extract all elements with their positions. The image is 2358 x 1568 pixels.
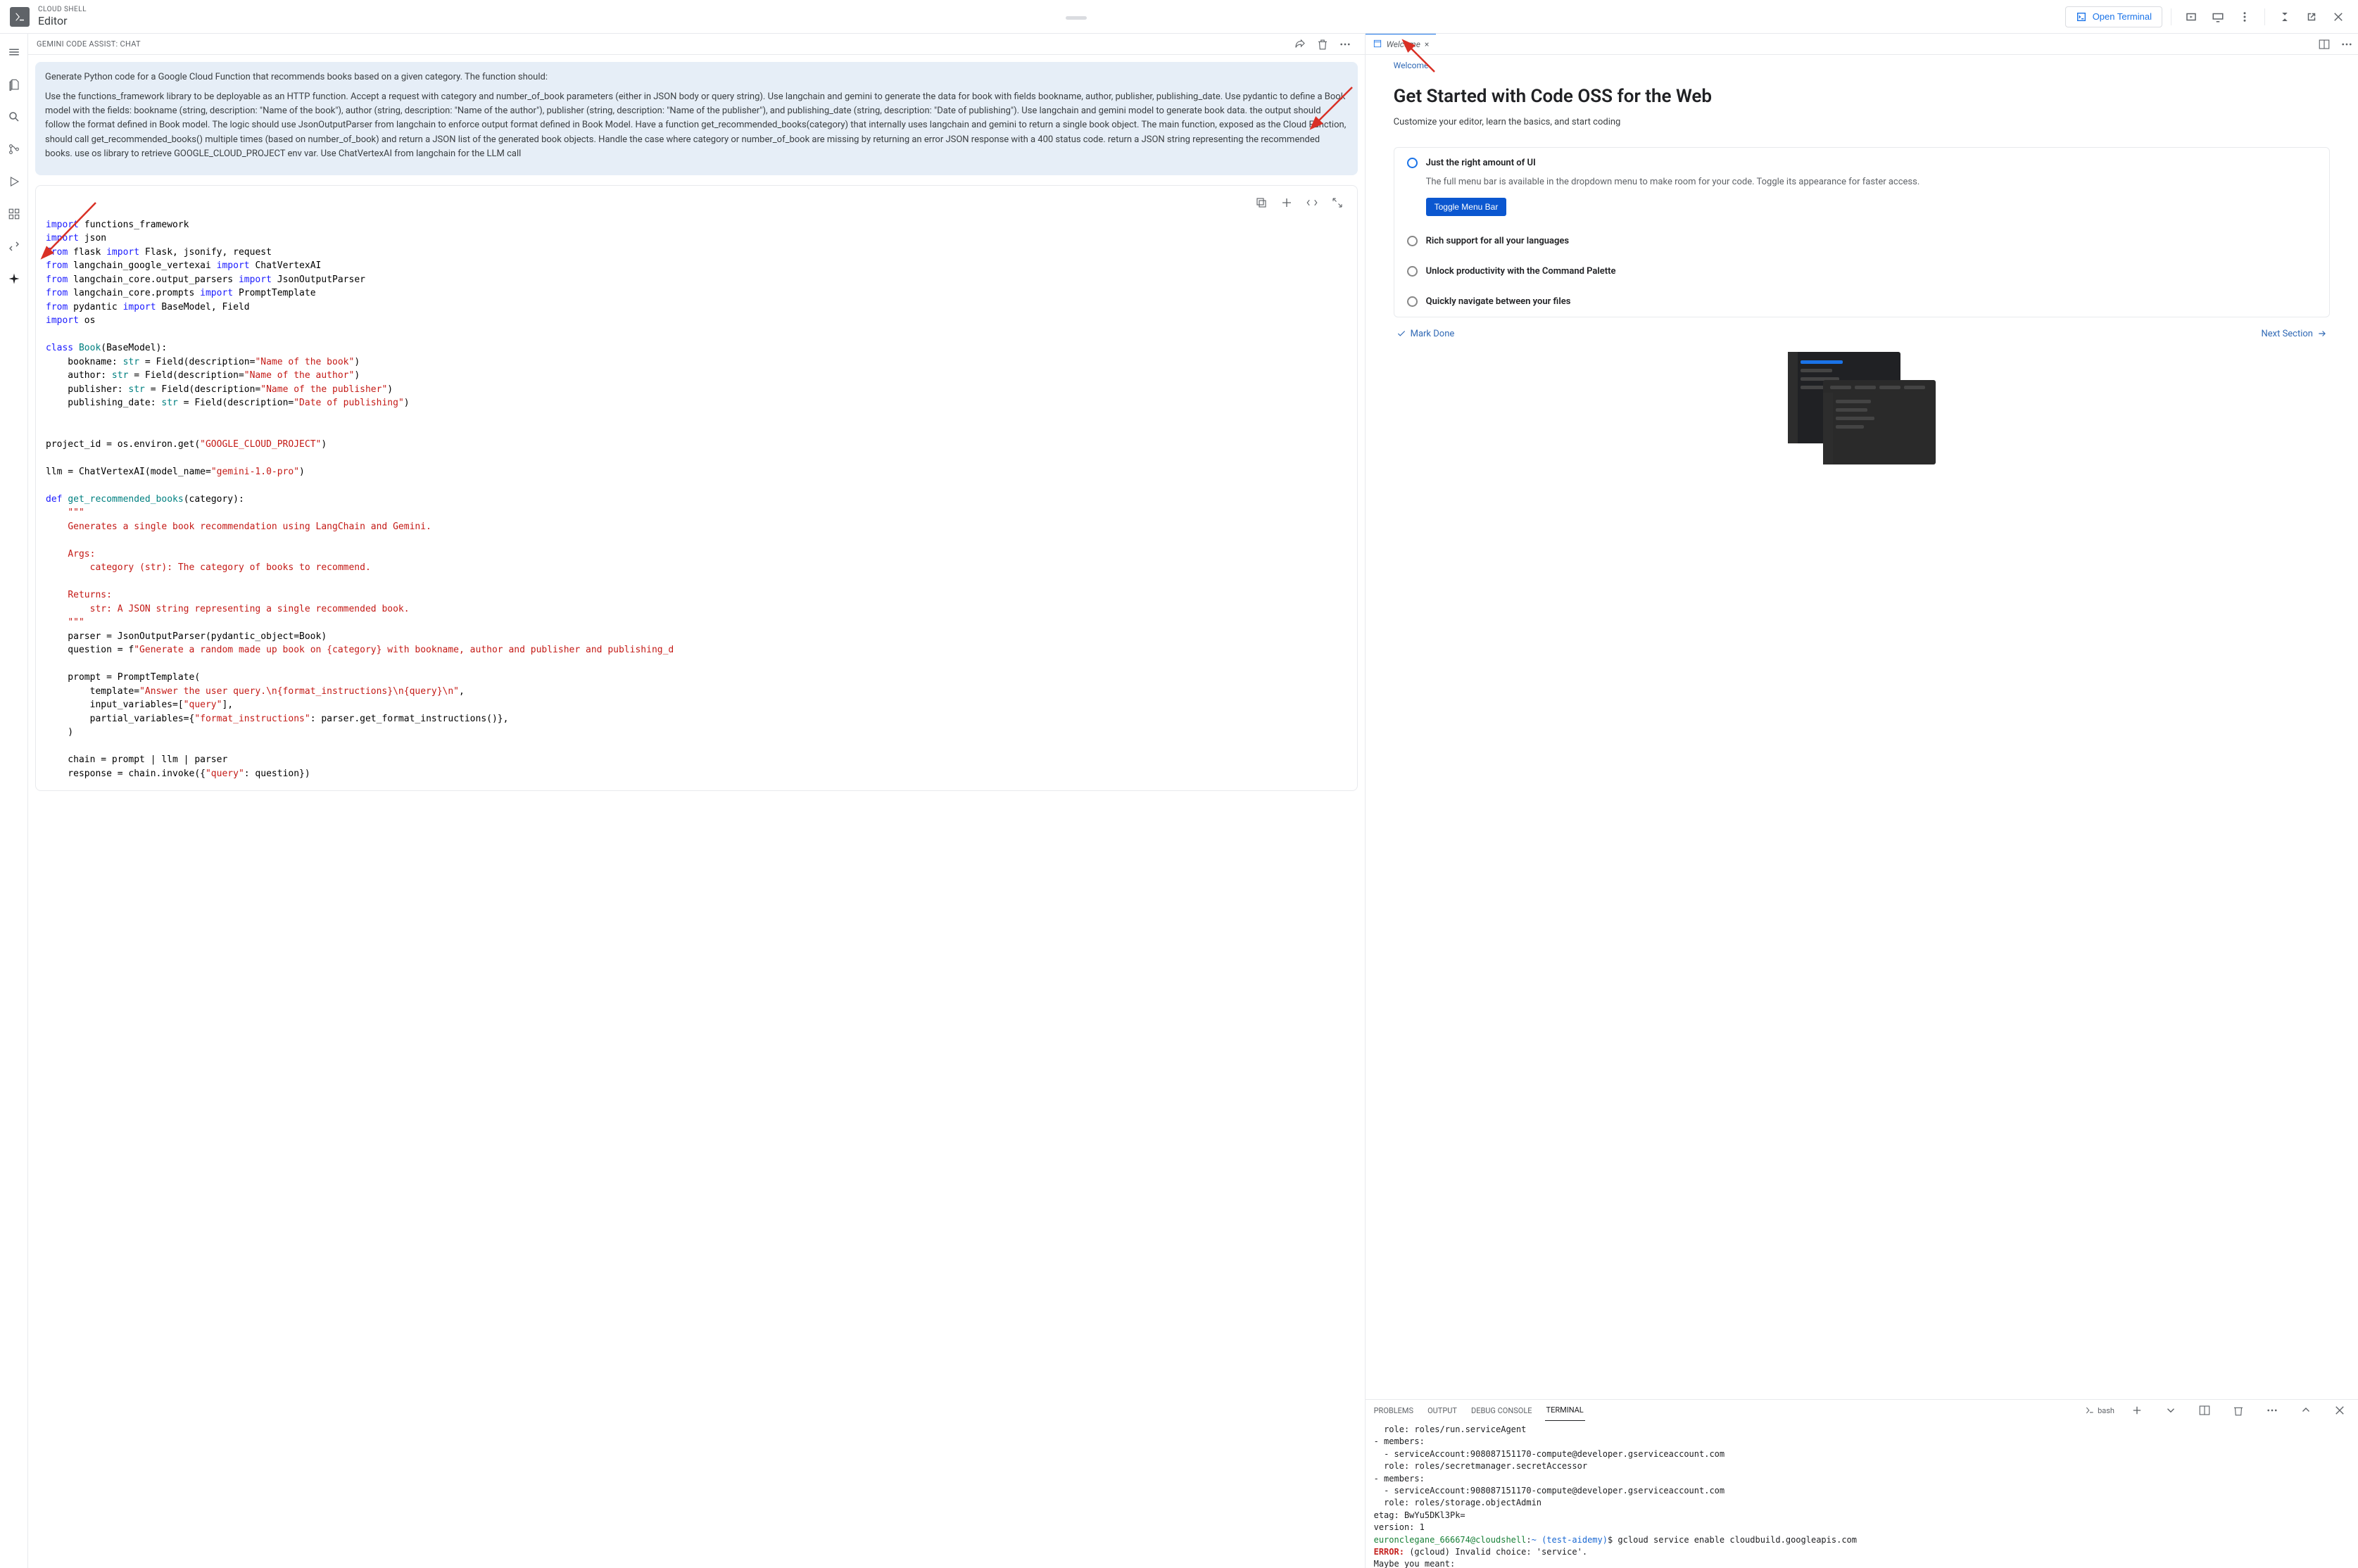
walkthrough-title: Just the right amount of UI bbox=[1426, 158, 1536, 168]
code-block[interactable]: import functions_framework import json f… bbox=[36, 215, 1357, 791]
terminal-shell-icon[interactable]: bash bbox=[2085, 1399, 2114, 1422]
walkthrough-illustration bbox=[1788, 352, 1936, 464]
welcome-tab[interactable]: Welcome × bbox=[1366, 34, 1437, 54]
collapse-icon[interactable] bbox=[2274, 6, 2296, 28]
welcome-subtitle: Customize your editor, learn the basics,… bbox=[1394, 117, 2330, 127]
share-icon[interactable] bbox=[1289, 33, 1311, 56]
topbar: CLOUD SHELL Editor Open Terminal bbox=[0, 0, 2358, 34]
open-terminal-button[interactable]: Open Terminal bbox=[2065, 6, 2162, 27]
preview-icon[interactable] bbox=[2180, 6, 2202, 28]
split-editor-icon[interactable] bbox=[2313, 33, 2335, 56]
explorer-icon[interactable] bbox=[3, 73, 25, 96]
close-icon[interactable] bbox=[2327, 6, 2350, 28]
mark-done-link[interactable]: Mark Done bbox=[1396, 329, 1455, 339]
menu-icon[interactable] bbox=[3, 41, 25, 63]
radio-icon bbox=[1407, 158, 1418, 168]
panel-more-icon[interactable] bbox=[2261, 1399, 2283, 1422]
radio-icon bbox=[1407, 296, 1418, 307]
terminal-output[interactable]: role: roles/run.serviceAgent - members: … bbox=[1366, 1421, 2358, 1568]
debug-icon[interactable] bbox=[3, 170, 25, 193]
activity-bar bbox=[0, 34, 28, 1568]
welcome-breadcrumb[interactable]: Welcome bbox=[1394, 61, 1429, 70]
diff-icon[interactable] bbox=[1302, 193, 1322, 213]
code-response-card: import functions_framework import json f… bbox=[35, 185, 1358, 792]
panel-tab-debug-console[interactable]: DEBUG CONSOLE bbox=[1470, 1400, 1534, 1421]
open-terminal-label: Open Terminal bbox=[2093, 11, 2152, 22]
welcome-tab-icon bbox=[1373, 39, 1382, 51]
device-icon[interactable] bbox=[2207, 6, 2229, 28]
tab-more-icon[interactable] bbox=[2335, 33, 2358, 56]
walkthrough-card: Just the right amount of UI The full men… bbox=[1394, 147, 2330, 317]
tab-close-icon[interactable]: × bbox=[1425, 39, 1429, 49]
walkthrough-item[interactable]: Rich support for all your languages bbox=[1394, 226, 2329, 256]
walkthrough-title: Unlock productivity with the Command Pal… bbox=[1426, 266, 1616, 277]
gemini-assist-icon[interactable] bbox=[3, 267, 25, 290]
panel-tab-output[interactable]: OUTPUT bbox=[1426, 1400, 1458, 1421]
next-section-link[interactable]: Next Section bbox=[2261, 329, 2327, 339]
expand-icon[interactable] bbox=[1328, 193, 1347, 213]
editor-tabbar: Welcome × bbox=[1366, 34, 2358, 55]
welcome-heading: Get Started with Code OSS for the Web bbox=[1394, 86, 2330, 107]
panel-tab-problems[interactable]: PROBLEMS bbox=[1373, 1400, 1415, 1421]
search-icon[interactable] bbox=[3, 106, 25, 128]
kill-terminal-icon[interactable] bbox=[2227, 1399, 2250, 1422]
drag-handle-icon[interactable] bbox=[1066, 16, 1087, 20]
more-horiz-icon[interactable] bbox=[1334, 33, 1356, 56]
chat-pane: GEMINI CODE ASSIST: CHAT Generate Python… bbox=[28, 34, 1366, 1568]
panel-close-icon[interactable] bbox=[2328, 1399, 2351, 1422]
walkthrough-item[interactable]: Just the right amount of UI The full men… bbox=[1394, 148, 2329, 226]
cloud-shell-icon bbox=[10, 7, 30, 27]
cloud-code-icon[interactable] bbox=[3, 235, 25, 258]
source-control-icon[interactable] bbox=[3, 138, 25, 160]
toggle-menu-bar-button[interactable]: Toggle Menu Bar bbox=[1426, 198, 1507, 216]
new-terminal-icon[interactable] bbox=[2126, 1399, 2148, 1422]
split-terminal-icon[interactable] bbox=[2193, 1399, 2216, 1422]
user-prompt-bubble: Generate Python code for a Google Cloud … bbox=[35, 62, 1358, 175]
extensions-icon[interactable] bbox=[3, 203, 25, 225]
trash-icon[interactable] bbox=[1311, 33, 1334, 56]
panel-maximize-icon[interactable] bbox=[2295, 1399, 2317, 1422]
topbar-overline: CLOUD SHELL bbox=[38, 6, 87, 14]
welcome-tab-label: Welcome bbox=[1387, 39, 1420, 49]
terminal-dropdown-icon[interactable] bbox=[2160, 1399, 2182, 1422]
topbar-title: Editor bbox=[38, 14, 87, 27]
chat-header-title: GEMINI CODE ASSIST: CHAT bbox=[37, 39, 141, 49]
radio-icon bbox=[1407, 236, 1418, 246]
more-vert-icon[interactable] bbox=[2233, 6, 2256, 28]
terminal-pane: PROBLEMS OUTPUT DEBUG CONSOLE TERMINAL b… bbox=[1366, 1399, 2358, 1568]
walkthrough-title: Quickly navigate between your files bbox=[1426, 296, 1571, 307]
walkthrough-title: Rich support for all your languages bbox=[1426, 236, 1569, 246]
copy-icon[interactable] bbox=[1251, 193, 1271, 213]
radio-icon bbox=[1407, 266, 1418, 277]
right-pane: Welcome × Welcome Get Started with Code … bbox=[1366, 34, 2358, 1568]
walkthrough-item[interactable]: Unlock productivity with the Command Pal… bbox=[1394, 256, 2329, 286]
walkthrough-item[interactable]: Quickly navigate between your files bbox=[1394, 286, 2329, 317]
prompt-text-2: Use the functions_framework library to b… bbox=[45, 90, 1348, 161]
insert-icon[interactable] bbox=[1277, 193, 1297, 213]
prompt-text-1: Generate Python code for a Google Cloud … bbox=[45, 70, 1348, 84]
panel-tab-terminal[interactable]: TERMINAL bbox=[1545, 1400, 1585, 1421]
walkthrough-desc: The full menu bar is available in the dr… bbox=[1426, 175, 2316, 189]
open-new-window-icon[interactable] bbox=[2300, 6, 2323, 28]
